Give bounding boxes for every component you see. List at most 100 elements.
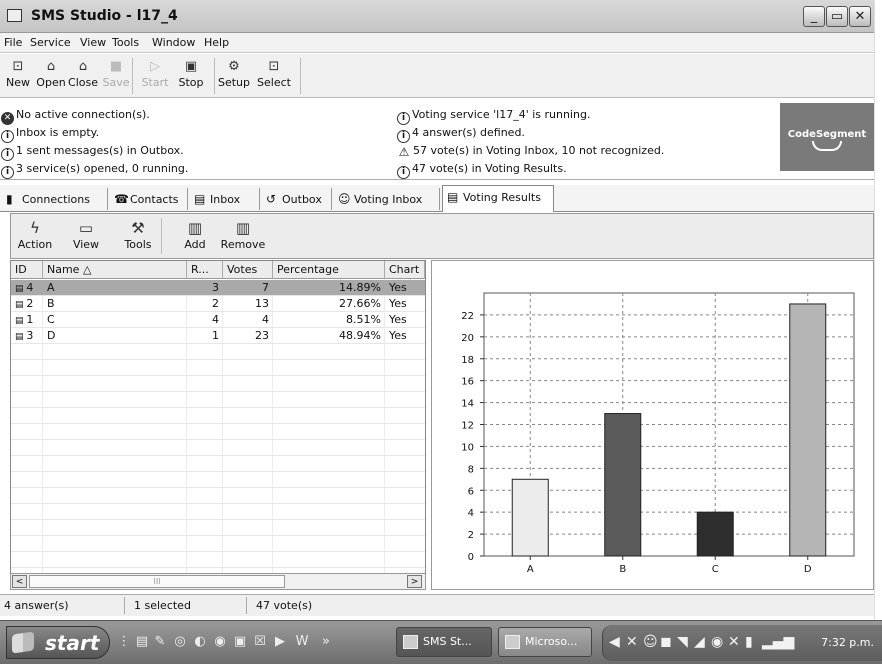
quicklaunch-icon[interactable]: ◎ — [172, 634, 188, 650]
select-toolbar-button[interactable]: ⊡ Select — [256, 56, 292, 94]
scroll-thumb[interactable]: III — [29, 575, 285, 588]
quicklaunch-icon[interactable]: ⋮ — [116, 634, 132, 650]
x-tick-label: D — [804, 564, 812, 575]
column-header-id[interactable]: ID — [11, 261, 43, 279]
add-button[interactable]: ▥ Add — [177, 216, 213, 258]
status-right-2: ⚠ 57 vote(s) in Voting Inbox, 10 not reco… — [397, 144, 665, 160]
window-title: SMS Studio - l17_4 — [31, 8, 178, 24]
open-toolbar-button[interactable]: ⌂ Open — [36, 56, 66, 94]
tab-inbox[interactable]: ▤ Inbox — [190, 188, 260, 210]
y-tick-label: 14 — [461, 399, 474, 410]
tray-icon[interactable]: ◀ — [609, 634, 620, 650]
tools-label: Tools — [124, 238, 152, 251]
window-edge — [874, 0, 882, 620]
bar-d — [789, 303, 827, 557]
menu-window[interactable]: Window — [152, 36, 195, 49]
tray-icon[interactable]: ▮ — [745, 634, 753, 650]
quicklaunch-icon[interactable]: ▤ — [134, 634, 150, 650]
table-row[interactable]: ▤ 1 C 4 4 8.51% Yes — [11, 312, 425, 328]
menu-help[interactable]: Help — [204, 36, 229, 49]
tray-icon[interactable]: ◥ — [677, 634, 688, 650]
title-bar[interactable]: SMS Studio - l17_4 _ ▭ ✕ — [0, 0, 874, 33]
tab-icon: ☎ — [114, 192, 129, 206]
minimize-button[interactable]: _ — [803, 6, 825, 27]
remove-label: Remove — [220, 238, 266, 251]
start-toolbar-button[interactable]: ▷ Start — [140, 56, 170, 94]
y-tick-label: 10 — [461, 442, 474, 453]
table-row[interactable]: ▤ 2 B 2 13 27.66% Yes — [11, 296, 425, 312]
quicklaunch-icon[interactable]: ▶ — [272, 634, 288, 650]
action-button[interactable]: ϟ Action — [11, 216, 59, 258]
bar-c — [696, 511, 734, 557]
tray-icon[interactable]: ✕ — [626, 634, 638, 650]
column-header-chart[interactable]: Chart — [385, 261, 425, 279]
menu-tools[interactable]: Tools — [112, 36, 139, 49]
cell-chart: Yes — [389, 329, 407, 342]
action-label: Action — [17, 238, 53, 251]
status-left-2: i1 sent messages(s) in Outbox. — [1, 144, 184, 161]
view-button[interactable]: ▭ View — [63, 216, 109, 258]
x-tick-label: B — [619, 564, 626, 575]
tab-connections[interactable]: ▮ Connections — [2, 188, 108, 210]
menu-view[interactable]: View — [80, 36, 106, 49]
tray-icon[interactable]: ▂▄▆ — [762, 634, 794, 650]
stop-toolbar-button[interactable]: ▣ Stop — [176, 56, 206, 94]
y-tick-label: 12 — [461, 421, 474, 432]
save-toolbar-button[interactable]: ■ Save — [101, 56, 131, 94]
tray-icon[interactable]: ◢ — [694, 634, 705, 650]
taskbar-button-label: Microso... — [525, 635, 578, 648]
x-tick-label: C — [712, 564, 719, 575]
close-button[interactable]: ✕ — [849, 6, 871, 27]
y-tick-label: 20 — [461, 333, 474, 344]
tray-icon[interactable]: ☺ — [643, 634, 658, 650]
cell-id-text: 1 — [26, 313, 34, 326]
new-label: New — [6, 76, 30, 89]
tray-icon[interactable]: ✕ — [728, 634, 740, 650]
empty-row — [11, 424, 425, 440]
status-left-0: ✕ No active connection(s). — [1, 108, 150, 125]
horizontal-scrollbar[interactable]: < III > — [10, 573, 426, 590]
empty-row — [11, 488, 425, 504]
cell-percentage: 48.94% — [339, 329, 381, 342]
new-toolbar-button[interactable]: ⊡ New — [4, 56, 32, 94]
quicklaunch-icon[interactable]: ✎ — [152, 634, 168, 650]
taskbar-button[interactable]: SMS St... — [396, 627, 492, 657]
column-header-percentage[interactable]: Percentage — [273, 261, 385, 279]
tab-voting-results[interactable]: ▤ Voting Results — [442, 185, 554, 212]
scroll-right-arrow-icon[interactable]: > — [407, 575, 422, 588]
quicklaunch-icon[interactable]: W — [294, 634, 310, 650]
quicklaunch-icon[interactable]: ◐ — [192, 634, 208, 650]
table-header: ID Name △ R... Votes Percentage Chart — [11, 261, 425, 279]
windows-flag-icon — [12, 631, 34, 654]
restore-button[interactable]: ▭ — [826, 6, 848, 27]
tray-icon[interactable]: ◼ — [660, 634, 672, 650]
quicklaunch-icon[interactable]: ◉ — [212, 634, 228, 650]
status-right-1: i4 answer(s) defined. — [397, 126, 525, 143]
tab-contacts[interactable]: ☎Contacts — [110, 188, 188, 210]
menu-file[interactable]: File — [4, 36, 22, 49]
column-header-votes[interactable]: Votes — [223, 261, 273, 279]
tools-button[interactable]: ⚒ Tools — [115, 216, 161, 258]
tab-voting-inbox[interactable]: ☺ Voting Inbox — [334, 188, 440, 210]
column-header-name[interactable]: Name △ — [43, 261, 187, 279]
status-answers: 4 answer(s) — [4, 599, 69, 612]
setup-toolbar-button[interactable]: ⚙ Setup — [216, 56, 252, 94]
scroll-left-arrow-icon[interactable]: < — [12, 575, 27, 588]
quicklaunch-icon[interactable]: ▣ — [232, 634, 248, 650]
quicklaunch-icon[interactable]: » — [318, 634, 334, 650]
cell-id: ▤ 1 — [11, 312, 43, 328]
main-toolbar: ⊡ New ⌂ Open ⌂ Close ■ Save ▷ Start ▣ Stop ⚙ Setup ⊡ Se… — [0, 54, 874, 98]
remove-button[interactable]: ▥ Remove — [217, 216, 269, 258]
column-header-rank[interactable]: R... — [187, 261, 223, 279]
results-table[interactable]: ID Name △ R... Votes Percentage Chart ▤ 4A371… — [10, 260, 426, 575]
table-row[interactable]: ▤ 3 D 1 23 48.94% Yes — [11, 328, 425, 344]
quicklaunch-icon[interactable]: ☒ — [252, 634, 268, 650]
tray-icon[interactable]: ◉ — [711, 634, 723, 650]
cell-chart: Yes — [389, 281, 407, 294]
table-row[interactable]: ▤ 4 A 3 7 14.89% Yes — [11, 280, 425, 296]
tab-outbox[interactable]: ↺ Outbox — [262, 188, 332, 210]
menu-service[interactable]: Service — [30, 36, 71, 49]
close-toolbar-button[interactable]: ⌂ Close — [68, 56, 98, 94]
taskbar-button[interactable]: Microso... — [498, 627, 592, 657]
cell-rank: 2 — [212, 297, 219, 310]
